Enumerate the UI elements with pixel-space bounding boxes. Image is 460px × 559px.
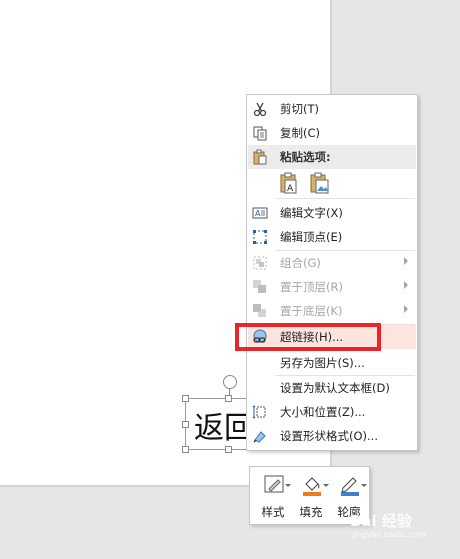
size-position-icon <box>252 405 266 419</box>
resize-handle-sw[interactable] <box>182 446 189 453</box>
scissors-icon <box>253 102 267 117</box>
menu-label: 复制(C) <box>280 126 321 140</box>
chevron-down-icon <box>323 484 329 487</box>
watermark-url: jingyan.baidu.com <box>352 530 426 539</box>
context-menu: 剪切(T) 复制(C) 粘贴选项: A A 编辑文字(X) 编辑顶点(E) 组合… <box>246 94 418 451</box>
menu-label: 大小和位置(Z)... <box>280 405 366 419</box>
menu-label: 置于底层(K) <box>280 304 343 318</box>
bring-front-icon <box>253 280 266 293</box>
hyperlink-highlight-box <box>235 323 381 351</box>
resize-handle-s[interactable] <box>225 446 232 453</box>
menu-label: 另存为图片(S)... <box>280 356 365 370</box>
resize-handle-w[interactable] <box>182 421 189 428</box>
group-icon <box>253 256 267 270</box>
menu-item-cut[interactable]: 剪切(T) <box>248 97 416 121</box>
menu-item-group[interactable]: 组合(G) <box>248 251 416 275</box>
menu-item-copy[interactable]: 复制(C) <box>248 121 416 145</box>
menu-label: 剪切(T) <box>280 102 319 116</box>
svg-text:A: A <box>287 184 294 194</box>
chevron-down-icon <box>285 484 291 487</box>
rotate-handle[interactable] <box>223 375 237 389</box>
style-button[interactable]: 样式 <box>254 471 292 523</box>
menu-label: 设置形状格式(O)... <box>280 429 378 443</box>
shape-style-icon <box>264 475 284 493</box>
outline-pen-icon <box>341 477 359 496</box>
fill-bucket-icon <box>303 477 321 496</box>
menu-label: 组合(G) <box>280 256 321 270</box>
fill-button[interactable]: 填充 <box>292 471 330 523</box>
resize-handle-nw[interactable] <box>182 395 189 402</box>
menu-separator <box>275 198 415 199</box>
submenu-arrow-icon <box>404 305 408 313</box>
edit-text-icon: A <box>252 207 268 219</box>
paste-picture-icon[interactable] <box>309 172 331 194</box>
submenu-arrow-icon <box>404 257 408 265</box>
paste-options-header: 粘贴选项: <box>248 145 416 169</box>
menu-label: 设置为默认文本框(D) <box>280 381 390 395</box>
menu-item-send-to-back[interactable]: 置于底层(K) <box>248 299 416 323</box>
menu-label: 编辑顶点(E) <box>280 230 343 244</box>
paste-icon <box>253 149 267 165</box>
resize-handle-n[interactable] <box>225 395 232 402</box>
menu-item-size-position[interactable]: 大小和位置(Z)... <box>248 400 416 424</box>
watermark: Bai 经验 <box>350 512 412 530</box>
menu-item-set-default-textbox[interactable]: 设置为默认文本框(D) <box>248 376 416 400</box>
menu-item-format-shape[interactable]: 设置形状格式(O)... <box>248 424 416 448</box>
paste-keep-text-icon[interactable]: A <box>279 172 299 194</box>
copy-icon <box>253 126 267 141</box>
style-label: 样式 <box>261 505 285 519</box>
edit-points-icon <box>253 230 267 244</box>
menu-item-bring-to-front[interactable]: 置于顶层(R) <box>248 275 416 299</box>
menu-label: 粘贴选项: <box>280 150 331 164</box>
svg-text:A: A <box>255 209 261 218</box>
menu-item-edit-points[interactable]: 编辑顶点(E) <box>248 225 416 249</box>
menu-item-save-as-picture[interactable]: 另存为图片(S)... <box>248 351 416 375</box>
send-back-icon <box>253 304 266 317</box>
fill-label: 填充 <box>299 505 323 519</box>
submenu-arrow-icon <box>404 281 408 289</box>
chevron-down-icon <box>361 484 367 487</box>
format-shape-icon <box>253 431 266 443</box>
menu-label: 编辑文字(X) <box>280 206 343 220</box>
menu-label: 置于顶层(R) <box>280 280 343 294</box>
menu-item-edit-text[interactable]: A 编辑文字(X) <box>248 201 416 225</box>
